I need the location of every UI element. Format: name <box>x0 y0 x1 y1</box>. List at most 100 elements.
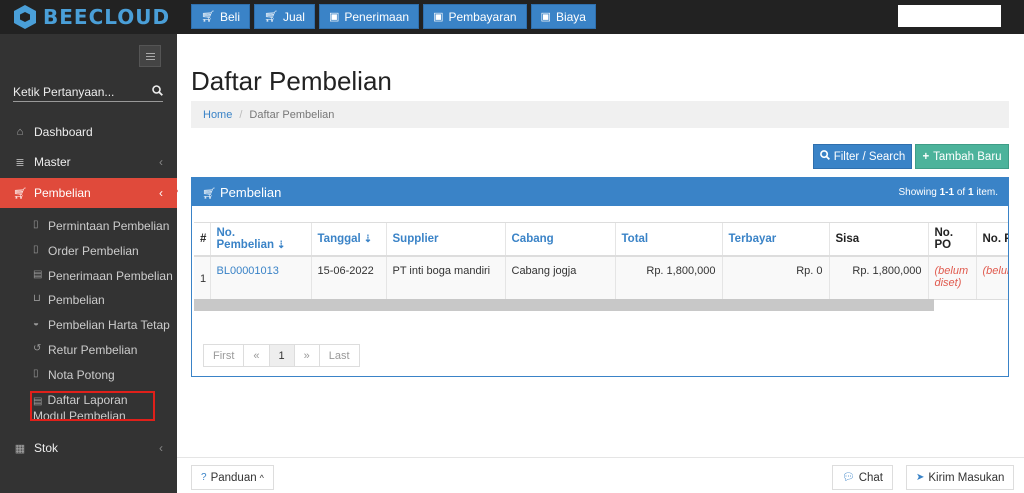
col-header-supplier[interactable]: Supplier <box>386 223 506 257</box>
cart-icon: 🛒︎ <box>202 187 216 200</box>
chat-button[interactable]: 💬︎ Chat <box>832 465 893 490</box>
sidebar-toggle-button[interactable] <box>139 45 161 67</box>
sort-icon: ⇣ <box>277 240 286 251</box>
pager-prev[interactable]: « <box>244 345 270 366</box>
car-icon: ◒ <box>33 318 40 329</box>
table-row[interactable]: 1 BL00001013 15-06-2022 PT inti boga man… <box>194 256 1008 300</box>
cell-no-po: (belum diset) <box>928 256 977 300</box>
biaya-button[interactable]: ▣ Biaya <box>530 4 596 29</box>
panel-header: 🛒︎ Pembelian Showing 1-1 of 1 item. <box>192 178 1008 206</box>
brand-name: BEECLOUD <box>43 5 171 29</box>
send-icon: ➤ <box>916 472 925 483</box>
brand-logo[interactable]: BEECLOUD <box>14 4 170 30</box>
sidebar-subitem-nota-potong[interactable]: ▯ Nota Potong <box>33 368 115 382</box>
cell-terbayar: Rp. 0 <box>722 256 830 300</box>
money-icon: ▣ <box>540 11 551 23</box>
sidebar-subitem-permintaan-pembelian[interactable]: ▯ Permintaan Pembelian <box>33 219 169 233</box>
col-header-no-po: No. PO <box>928 223 977 257</box>
chevron-up-icon: ^ <box>259 472 264 483</box>
table-header-row: # No. Pembelian ⇣ Tanggal ⇣ Supplier Caban… <box>194 223 1008 257</box>
sidebar-item-pembelian[interactable]: 🛒︎ Pembelian ‹ <box>0 178 177 208</box>
col-header-cabang[interactable]: Cabang <box>505 223 616 257</box>
penerimaan-button[interactable]: ▣ Penerimaan <box>318 4 420 29</box>
chat-icon: 💬︎ <box>842 472 855 483</box>
panel-title: Pembelian <box>219 184 282 200</box>
undo-icon: ↺ <box>33 343 42 354</box>
file-icon: ▯ <box>33 368 39 379</box>
cell-cabang: Cabang jogja <box>505 256 616 300</box>
beli-button[interactable]: 🛒︎ Beli <box>191 4 250 29</box>
breadcrumb-home-link[interactable]: Home <box>203 109 232 121</box>
search-icon <box>819 150 830 163</box>
chevron-left-icon: ‹ <box>159 155 163 169</box>
money-icon: ▣ <box>433 11 444 23</box>
search-icon[interactable] <box>152 84 163 99</box>
jual-button[interactable]: 🛒︎ Jual <box>253 4 315 29</box>
col-header-number: # <box>194 223 211 257</box>
add-new-button[interactable]: + Tambah Baru <box>915 144 1009 169</box>
home-icon: ⌂ <box>16 126 24 138</box>
top-bar: BEECLOUD 🛒︎ Beli 🛒︎ Jual ▣ Penerimaan ▣ Pemb… <box>0 0 1024 34</box>
money-icon: ▣ <box>328 11 340 23</box>
pembelian-table: # No. Pembelian ⇣ Tanggal ⇣ Supplier Caban… <box>194 223 1008 300</box>
user-menu[interactable] <box>898 5 1001 27</box>
top-nav: 🛒︎ Beli 🛒︎ Jual ▣ Penerimaan ▣ Pembayaran ▣ B… <box>191 4 596 29</box>
chevron-left-icon: ‹ <box>159 186 163 200</box>
cell-supplier: PT inti boga mandiri <box>386 256 506 300</box>
hexagon-logo-icon <box>14 5 36 29</box>
file-icon: ▯ <box>33 244 39 255</box>
col-header-sisa: Sisa <box>829 223 929 257</box>
col-header-total[interactable]: Total <box>615 223 723 257</box>
pembayaran-button[interactable]: ▣ Pembayaran <box>423 4 527 29</box>
cell-sisa: Rp. 1,800,000 <box>829 256 929 300</box>
box-icon: ▦ <box>14 442 26 455</box>
breadcrumb: Home / Daftar Pembelian <box>191 101 1009 128</box>
sidebar-subitem-order-pembelian[interactable]: ▯ Order Pembelian <box>33 244 139 258</box>
sidebar-subitem-penerimaan-pembelian[interactable]: ▤ Penerimaan Pembelian <box>33 269 173 283</box>
cart-icon: 🛒︎ <box>13 187 27 200</box>
panduan-button[interactable]: ? Panduan ^ <box>191 465 274 490</box>
plus-icon: + <box>922 150 930 163</box>
col-header-no-p: No. P <box>976 223 1008 257</box>
cell-no-p: (belum diset) <box>976 256 1008 300</box>
page-title: Daftar Pembelian <box>191 66 392 96</box>
sort-icon: ⇣ <box>363 234 373 245</box>
cart-icon: 🛒︎ <box>263 11 278 23</box>
sidebar-search[interactable]: Ketik Pertanyaan... <box>13 82 163 102</box>
book-icon: ▤ <box>33 269 43 280</box>
pager-first[interactable]: First <box>204 345 245 366</box>
pager-page-1[interactable]: 1 <box>269 345 295 366</box>
sidebar-item-stok[interactable]: ▦ Stok ‹ <box>0 433 177 463</box>
col-header-no-pembelian[interactable]: No. Pembelian ⇣ <box>210 223 312 257</box>
cell-total: Rp. 1,800,000 <box>615 256 723 300</box>
pager-last[interactable]: Last <box>320 345 359 366</box>
col-header-terbayar[interactable]: Terbayar <box>722 223 830 257</box>
cell-tanggal: 15-06-2022 <box>311 256 387 300</box>
file-icon: ▯ <box>33 219 39 230</box>
cell-no-pembelian-link[interactable]: BL00001013 <box>210 256 312 300</box>
horizontal-scrollbar[interactable] <box>194 299 934 311</box>
sidebar-subitem-retur-pembelian[interactable]: ↺ Retur Pembelian <box>33 343 137 357</box>
filter-search-button[interactable]: Filter / Search <box>813 144 912 169</box>
sidebar-item-dashboard[interactable]: ⌂ Dashboard <box>0 117 177 147</box>
kirim-masukan-button[interactable]: ➤ Kirim Masukan <box>906 465 1015 490</box>
sidebar: Ketik Pertanyaan... ⌂ Dashboard ≣ Master ‹… <box>0 34 178 493</box>
chevron-left-icon: ‹ <box>159 441 163 455</box>
cart-icon: ⊔ <box>33 293 41 304</box>
pembelian-panel: 🛒︎ Pembelian Showing 1-1 of 1 item. # No.… <box>191 177 1009 377</box>
col-header-tanggal[interactable]: Tanggal ⇣ <box>311 223 387 257</box>
breadcrumb-separator: / <box>239 108 243 121</box>
pager-next[interactable]: » <box>295 345 320 366</box>
sidebar-subitem-pembelian[interactable]: ⊔ Pembelian <box>33 293 105 307</box>
cell-number: 1 <box>194 256 211 300</box>
sidebar-item-master[interactable]: ≣ Master ‹ <box>0 147 177 177</box>
breadcrumb-current: Daftar Pembelian <box>249 108 335 121</box>
cart-icon: 🛒︎ <box>201 11 215 23</box>
showing-summary: Showing 1-1 of 1 item. <box>898 186 998 198</box>
sidebar-subitem-pembelian-harta-tetap[interactable]: ◒ Pembelian Harta Tetap <box>33 318 170 332</box>
question-icon: ? <box>201 472 207 483</box>
active-indicator <box>170 179 178 203</box>
search-input[interactable]: Ketik Pertanyaan... <box>13 85 114 99</box>
database-icon: ≣ <box>15 156 25 169</box>
highlight-box <box>30 391 155 421</box>
